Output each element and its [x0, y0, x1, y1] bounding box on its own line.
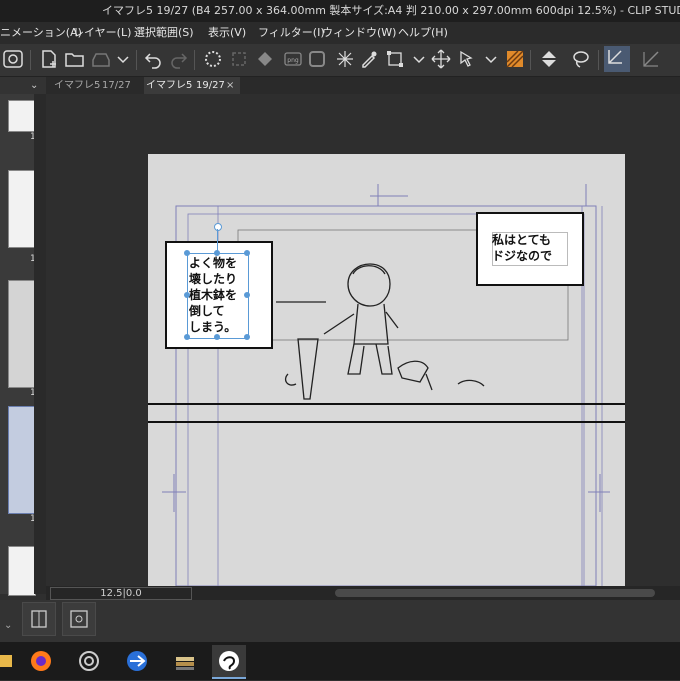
rotate-handle[interactable]: [214, 223, 222, 231]
select-layer-icon[interactable]: [456, 48, 478, 70]
move-icon[interactable]: [430, 48, 452, 70]
fill-icon[interactable]: [254, 48, 276, 70]
resize-handle[interactable]: [184, 250, 190, 256]
window-title: イマフレ5 19/27 (B4 257.00 x 364.00mm 製本サイズ:…: [102, 4, 680, 17]
scrollbar-thumb[interactable]: [335, 589, 655, 597]
spinner-icon[interactable]: [202, 48, 224, 70]
page-thumbnail[interactable]: [8, 280, 36, 388]
transform-icon[interactable]: [384, 48, 406, 70]
chevron-down-icon[interactable]: ⌄: [30, 77, 38, 94]
snap-ruler-icon[interactable]: [604, 46, 630, 72]
tab-document-17[interactable]: イマフレ5 17/27: [52, 77, 140, 94]
document-tabs: ⌄ イマフレ5 17/27 イマフレ5 19/27 ×: [0, 77, 680, 94]
redo-icon[interactable]: [168, 48, 190, 70]
menu-help[interactable]: ヘルプ(H): [398, 22, 448, 44]
resize-handle[interactable]: [214, 334, 220, 340]
title-bar: イマフレ5 19/27 (B4 257.00 x 364.00mm 製本サイズ:…: [0, 0, 680, 22]
clip-studio-icon[interactable]: [2, 48, 24, 70]
chevron-down-icon[interactable]: [408, 48, 430, 70]
menu-animation[interactable]: ニメーション(A): [0, 22, 82, 44]
page-panel-scrollbar[interactable]: [34, 94, 46, 594]
svg-text:png: png: [287, 57, 299, 64]
undo-icon[interactable]: [142, 48, 164, 70]
eyedropper-icon[interactable]: [358, 48, 380, 70]
close-icon[interactable]: ×: [226, 77, 234, 94]
resize-handle[interactable]: [244, 334, 250, 340]
chevron-down-icon[interactable]: ⌄: [4, 620, 12, 631]
frame-icon[interactable]: [306, 48, 328, 70]
grid-snap-icon[interactable]: [640, 48, 662, 70]
page-thumbnail[interactable]: [8, 546, 36, 596]
folder-icon[interactable]: [0, 645, 20, 677]
lasso-icon[interactable]: [570, 48, 592, 70]
chevron-down-icon[interactable]: [112, 48, 134, 70]
menu-filter[interactable]: フィルター(I): [258, 22, 325, 44]
balloon-text-right[interactable]: 私はとても ドジなので: [492, 232, 552, 264]
resize-handle[interactable]: [244, 292, 250, 298]
new-icon[interactable]: [38, 48, 60, 70]
command-bar: png: [0, 44, 680, 77]
page-panel-header: ⌄: [0, 77, 46, 94]
tab-document-19[interactable]: イマフレ5 19/27 ×: [144, 77, 240, 94]
books-icon[interactable]: [168, 645, 202, 677]
sparkle-icon[interactable]: [334, 48, 356, 70]
menu-view[interactable]: 表示(V): [208, 22, 246, 44]
speech-balloon-right[interactable]: 私はとても ドジなので: [476, 212, 584, 286]
navigator-icon[interactable]: [62, 602, 96, 636]
png-export-icon[interactable]: png: [282, 48, 304, 70]
menu-selection[interactable]: 選択範囲(S): [134, 22, 194, 44]
balloon-text-left[interactable]: よく物を 壊したり 植木鉢を 倒して しまう。: [189, 255, 237, 335]
page-thumbnail[interactable]: [8, 100, 36, 132]
resize-handle[interactable]: [184, 334, 190, 340]
csp-paint-icon[interactable]: [212, 645, 246, 679]
bottom-panel: [0, 600, 680, 642]
arrow-app-icon[interactable]: [120, 645, 154, 677]
speech-balloon-left[interactable]: よく物を 壊したり 植木鉢を 倒して しまう。: [165, 223, 273, 349]
csp-launcher-icon[interactable]: [72, 645, 106, 677]
chevron-down-icon[interactable]: [480, 48, 502, 70]
menu-bar: ニメーション(A) レイヤー(L) 選択範囲(S) 表示(V) フィルター(I)…: [0, 22, 680, 44]
manga-page[interactable]: よく物を 壊したり 植木鉢を 倒して しまう。 私はとても ドジなので: [148, 154, 625, 586]
save-icon[interactable]: [90, 48, 112, 70]
firefox-icon[interactable]: [24, 645, 58, 677]
open-icon[interactable]: [64, 48, 86, 70]
crop-icon[interactable]: [228, 48, 250, 70]
fill-bucket-icon[interactable]: [538, 48, 560, 70]
resize-handle[interactable]: [244, 250, 250, 256]
page-view-icon[interactable]: [22, 602, 56, 636]
page-thumbnail-selected[interactable]: [8, 406, 36, 514]
page-manager-panel: 1 1 1 1: [0, 94, 36, 596]
menu-window[interactable]: ウィンドウ(W): [322, 22, 396, 44]
tone-icon[interactable]: [504, 48, 526, 70]
zoom-field[interactable]: 12.5|0.0: [50, 587, 192, 600]
menu-layer[interactable]: レイヤー(L): [73, 22, 131, 44]
page-thumbnail[interactable]: [8, 170, 36, 248]
resize-handle[interactable]: [184, 292, 190, 298]
